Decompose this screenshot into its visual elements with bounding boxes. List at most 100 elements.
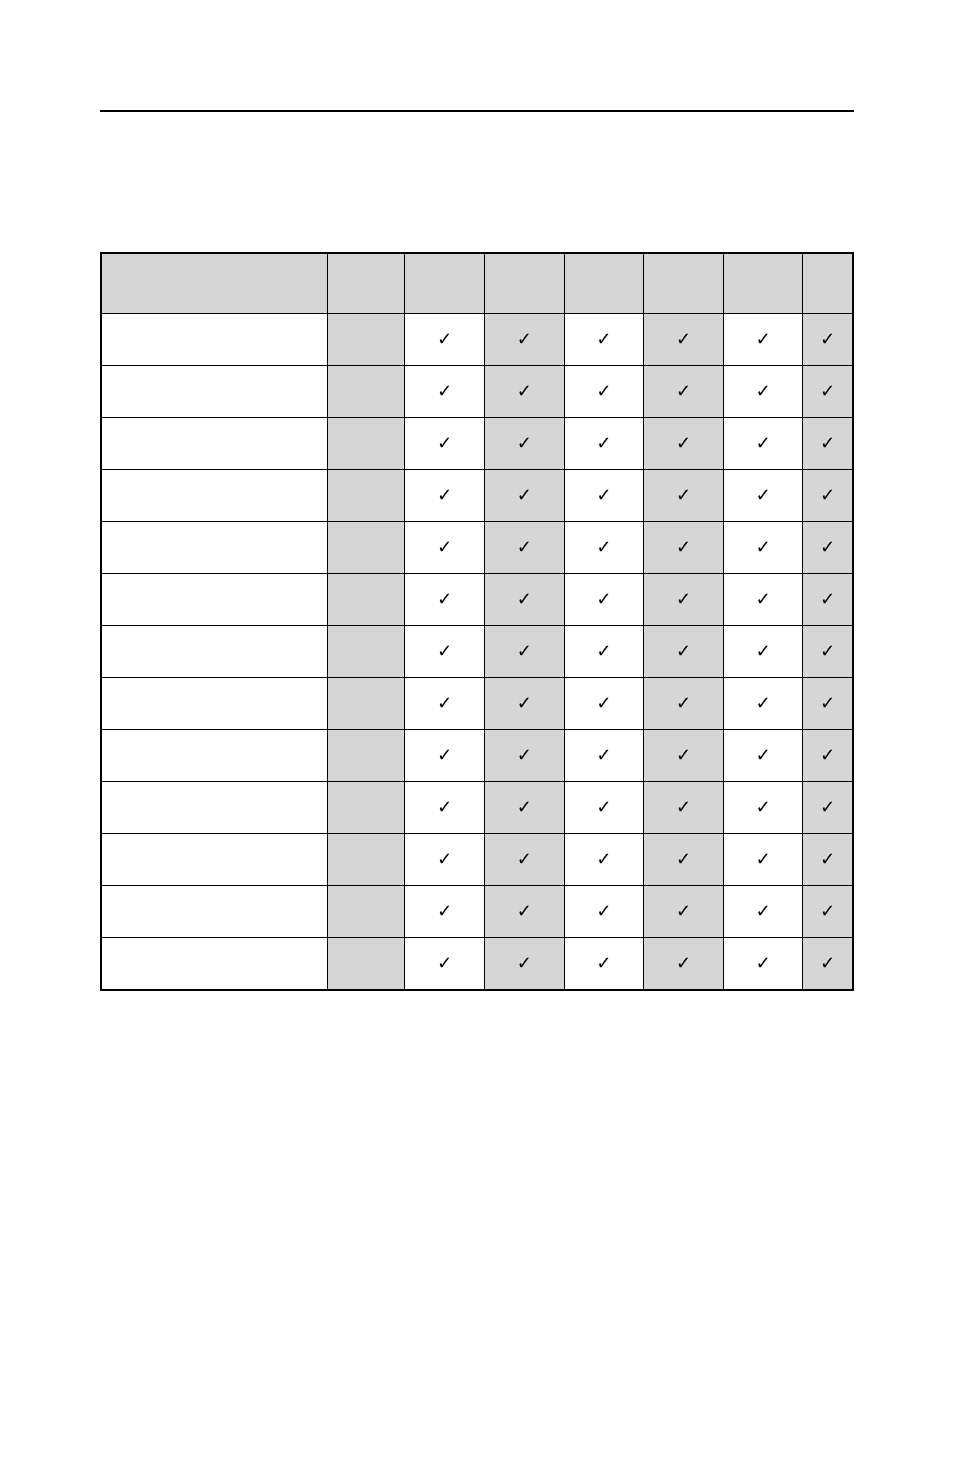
check-icon: ✓ <box>596 745 611 765</box>
matrix-cell: ✓ <box>723 470 803 522</box>
header-cell <box>327 254 404 314</box>
matrix-cell: ✓ <box>564 938 644 990</box>
matrix-cell: ✓ <box>803 834 853 886</box>
check-icon: ✓ <box>517 589 532 609</box>
matrix-cell: ✓ <box>723 522 803 574</box>
check-icon: ✓ <box>596 381 611 401</box>
matrix-cell: ✓ <box>644 730 724 782</box>
check-icon: ✓ <box>756 433 771 453</box>
check-icon: ✓ <box>596 485 611 505</box>
check-icon: ✓ <box>517 797 532 817</box>
matrix-cell: ✓ <box>803 626 853 678</box>
matrix-cell: ✓ <box>485 678 565 730</box>
matrix-cell: ✓ <box>644 574 724 626</box>
table-row: ✓✓✓✓✓✓ <box>102 938 853 990</box>
matrix-cell: ✓ <box>803 730 853 782</box>
row-label <box>102 678 328 730</box>
header-cell <box>723 254 803 314</box>
check-icon: ✓ <box>756 797 771 817</box>
check-icon: ✓ <box>756 953 771 973</box>
row-label <box>102 938 328 990</box>
matrix-cell: ✓ <box>564 574 644 626</box>
matrix-cell: ✓ <box>564 314 644 366</box>
row-shaded-spacer <box>327 366 404 418</box>
check-icon: ✓ <box>756 485 771 505</box>
check-icon: ✓ <box>517 641 532 661</box>
matrix-cell: ✓ <box>485 626 565 678</box>
check-icon: ✓ <box>756 849 771 869</box>
check-icon: ✓ <box>437 745 452 765</box>
check-icon: ✓ <box>676 745 691 765</box>
matrix-cell: ✓ <box>644 938 724 990</box>
matrix-cell: ✓ <box>564 470 644 522</box>
check-icon: ✓ <box>676 849 691 869</box>
matrix-cell: ✓ <box>564 782 644 834</box>
check-icon: ✓ <box>756 381 771 401</box>
matrix-cell: ✓ <box>803 314 853 366</box>
check-icon: ✓ <box>820 901 835 921</box>
matrix-table-wrapper: ✓✓✓✓✓✓✓✓✓✓✓✓✓✓✓✓✓✓✓✓✓✓✓✓✓✓✓✓✓✓✓✓✓✓✓✓✓✓✓✓… <box>100 252 854 991</box>
row-label <box>102 366 328 418</box>
check-icon: ✓ <box>437 901 452 921</box>
check-icon: ✓ <box>437 693 452 713</box>
matrix-cell: ✓ <box>405 730 485 782</box>
matrix-cell: ✓ <box>405 886 485 938</box>
matrix-cell: ✓ <box>485 730 565 782</box>
matrix-cell: ✓ <box>723 626 803 678</box>
row-label <box>102 886 328 938</box>
table-row: ✓✓✓✓✓✓ <box>102 522 853 574</box>
matrix-cell: ✓ <box>485 938 565 990</box>
check-icon: ✓ <box>517 745 532 765</box>
matrix-cell: ✓ <box>803 782 853 834</box>
row-shaded-spacer <box>327 782 404 834</box>
check-icon: ✓ <box>676 537 691 557</box>
matrix-cell: ✓ <box>405 366 485 418</box>
matrix-cell: ✓ <box>405 678 485 730</box>
check-icon: ✓ <box>676 589 691 609</box>
matrix-cell: ✓ <box>803 938 853 990</box>
row-label <box>102 314 328 366</box>
matrix-cell: ✓ <box>485 834 565 886</box>
check-icon: ✓ <box>676 641 691 661</box>
matrix-cell: ✓ <box>564 886 644 938</box>
row-shaded-spacer <box>327 626 404 678</box>
row-shaded-spacer <box>327 418 404 470</box>
check-icon: ✓ <box>820 641 835 661</box>
matrix-cell: ✓ <box>485 886 565 938</box>
table-row: ✓✓✓✓✓✓ <box>102 886 853 938</box>
matrix-cell: ✓ <box>644 470 724 522</box>
row-label <box>102 782 328 834</box>
matrix-cell: ✓ <box>405 626 485 678</box>
table-row: ✓✓✓✓✓✓ <box>102 366 853 418</box>
check-icon: ✓ <box>517 537 532 557</box>
check-icon: ✓ <box>437 537 452 557</box>
matrix-cell: ✓ <box>723 730 803 782</box>
check-icon: ✓ <box>437 953 452 973</box>
check-icon: ✓ <box>517 329 532 349</box>
row-shaded-spacer <box>327 314 404 366</box>
matrix-cell: ✓ <box>723 834 803 886</box>
matrix-cell: ✓ <box>644 626 724 678</box>
check-icon: ✓ <box>596 589 611 609</box>
matrix-cell: ✓ <box>405 938 485 990</box>
check-icon: ✓ <box>437 797 452 817</box>
matrix-cell: ✓ <box>564 366 644 418</box>
check-icon: ✓ <box>517 381 532 401</box>
table-row: ✓✓✓✓✓✓ <box>102 470 853 522</box>
matrix-cell: ✓ <box>803 366 853 418</box>
matrix-cell: ✓ <box>723 314 803 366</box>
check-icon: ✓ <box>437 485 452 505</box>
check-icon: ✓ <box>596 433 611 453</box>
check-icon: ✓ <box>820 745 835 765</box>
check-icon: ✓ <box>437 589 452 609</box>
matrix-cell: ✓ <box>723 782 803 834</box>
row-label <box>102 834 328 886</box>
table-row: ✓✓✓✓✓✓ <box>102 418 853 470</box>
check-icon: ✓ <box>596 641 611 661</box>
check-icon: ✓ <box>596 901 611 921</box>
row-label <box>102 574 328 626</box>
row-label <box>102 522 328 574</box>
matrix-cell: ✓ <box>644 678 724 730</box>
matrix-cell: ✓ <box>405 314 485 366</box>
matrix-cell: ✓ <box>644 782 724 834</box>
